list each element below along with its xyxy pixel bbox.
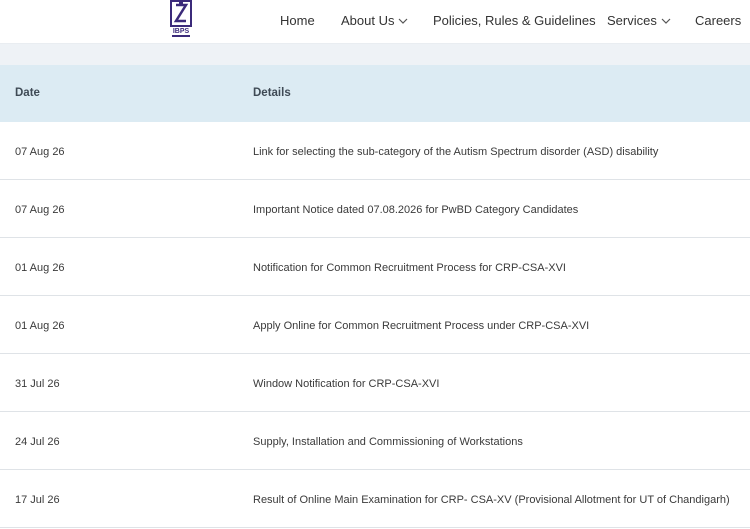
row-date: 01 Aug 26 — [15, 320, 65, 332]
row-date: 31 Jul 26 — [15, 378, 60, 390]
row-date: 07 Aug 26 — [15, 204, 65, 216]
nav-policies-label: Policies, Rules & Guidelines — [433, 13, 596, 28]
table-row: 07 Aug 26 Link for selecting the sub-cat… — [0, 122, 750, 180]
nav-careers[interactable]: Careers — [695, 13, 741, 28]
row-details-link[interactable]: Result of Online Main Examination for CR… — [253, 494, 730, 506]
nav-about-us-label: About Us — [341, 13, 395, 28]
nav-services-label: Services — [607, 13, 657, 28]
nav-home-label: Home — [280, 13, 315, 28]
notices-table-body: 07 Aug 26 Link for selecting the sub-cat… — [0, 122, 750, 528]
table-row: 31 Jul 26 Window Notification for CRP-CS… — [0, 354, 750, 412]
row-date: 17 Jul 26 — [15, 494, 60, 506]
logo-text: IBPS — [173, 28, 190, 35]
table-row: 17 Jul 26 Result of Online Main Examinat… — [0, 470, 750, 528]
header-spacer — [0, 44, 750, 65]
row-date: 01 Aug 26 — [15, 262, 65, 274]
table-row: 07 Aug 26 Important Notice dated 07.08.2… — [0, 180, 750, 238]
nav-home[interactable]: Home — [280, 13, 315, 28]
nav-services[interactable]: Services — [607, 13, 671, 28]
row-details-link[interactable]: Window Notification for CRP-CSA-XVI — [253, 378, 439, 390]
ibps-logo[interactable]: IBPS — [170, 0, 192, 40]
nav-careers-label: Careers — [695, 13, 742, 28]
nav-about-us[interactable]: About Us — [341, 13, 408, 28]
column-header-details: Details — [253, 87, 291, 99]
chevron-down-icon — [661, 18, 671, 24]
row-details-link[interactable]: Important Notice dated 07.08.2026 for Pw… — [253, 204, 578, 216]
nav-policies[interactable]: Policies, Rules & Guidelines — [433, 13, 596, 28]
site-header: IBPS Home About Us Policies, Rules & Gui… — [0, 0, 750, 44]
table-header: Date Details — [0, 65, 750, 122]
table-row: 24 Jul 26 Supply, Installation and Commi… — [0, 412, 750, 470]
column-header-date: Date — [15, 87, 40, 99]
table-row: 01 Aug 26 Notification for Common Recrui… — [0, 238, 750, 296]
row-details-link[interactable]: Link for selecting the sub-category of t… — [253, 146, 658, 158]
table-row: 01 Aug 26 Apply Online for Common Recrui… — [0, 296, 750, 354]
row-date: 07 Aug 26 — [15, 146, 65, 158]
row-date: 24 Jul 26 — [15, 436, 60, 448]
chevron-down-icon — [399, 18, 408, 24]
row-details-link[interactable]: Notification for Common Recruitment Proc… — [253, 262, 566, 274]
row-details-link[interactable]: Supply, Installation and Commissioning o… — [253, 436, 523, 448]
row-details-link[interactable]: Apply Online for Common Recruitment Proc… — [253, 320, 589, 332]
